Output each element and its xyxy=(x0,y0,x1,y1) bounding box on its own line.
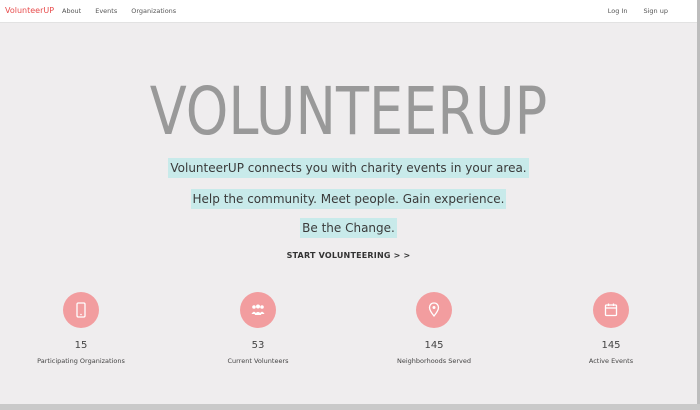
stat-label: Participating Organizations xyxy=(37,357,125,365)
stat-neighborhoods: 145 Neighborhoods Served xyxy=(374,292,494,365)
calendar-icon xyxy=(604,303,618,317)
tagline-2-text: Help the community. Meet people. Gain ex… xyxy=(190,189,507,209)
people-icon xyxy=(251,304,265,315)
nav-about-link[interactable]: About xyxy=(62,7,81,15)
stat-label: Active Events xyxy=(588,357,634,365)
stat-organizations: 15 Participating Organizations xyxy=(21,292,141,365)
stat-label: Current Volunteers xyxy=(227,357,289,365)
hero-title: VOLUNTEERUP xyxy=(149,73,548,150)
map-pin-icon xyxy=(428,302,440,318)
tablet-icon xyxy=(76,302,86,318)
tagline-3-text: Be the Change. xyxy=(300,218,397,238)
window-bottom-edge xyxy=(0,404,700,410)
nav-events-link[interactable]: Events xyxy=(95,7,117,15)
start-volunteering-cta: START VOLUNTEERING > > xyxy=(0,251,697,260)
stat-value: 53 xyxy=(251,340,265,351)
stat-circle xyxy=(593,292,629,328)
start-volunteering-link[interactable]: START VOLUNTEERING > > xyxy=(287,251,411,260)
tagline-1: VolunteerUP connects you with charity ev… xyxy=(0,157,697,178)
auth-links: Log In Sign up xyxy=(608,7,668,15)
stat-volunteers: 53 Current Volunteers xyxy=(198,292,318,365)
top-navbar: VolunteerUP About Events Organizations L… xyxy=(0,0,697,23)
tagline-3: Be the Change. xyxy=(0,217,697,238)
stat-value: 145 xyxy=(601,340,621,351)
stat-label: Neighborhoods Served xyxy=(397,357,471,365)
stat-circle xyxy=(416,292,452,328)
stat-circle xyxy=(63,292,99,328)
nav-links: About Events Organizations xyxy=(62,7,176,15)
stat-circle xyxy=(240,292,276,328)
login-link[interactable]: Log In xyxy=(608,7,628,15)
stat-value: 145 xyxy=(424,340,444,351)
stat-events: 145 Active Events xyxy=(551,292,671,365)
stat-value: 15 xyxy=(74,340,88,351)
brand-logo-link[interactable]: VolunteerUP xyxy=(5,6,54,15)
nav-organizations-link[interactable]: Organizations xyxy=(131,7,176,15)
tagline-2: Help the community. Meet people. Gain ex… xyxy=(0,188,697,209)
tagline-1-text: VolunteerUP connects you with charity ev… xyxy=(168,158,529,178)
signup-link[interactable]: Sign up xyxy=(644,7,669,15)
